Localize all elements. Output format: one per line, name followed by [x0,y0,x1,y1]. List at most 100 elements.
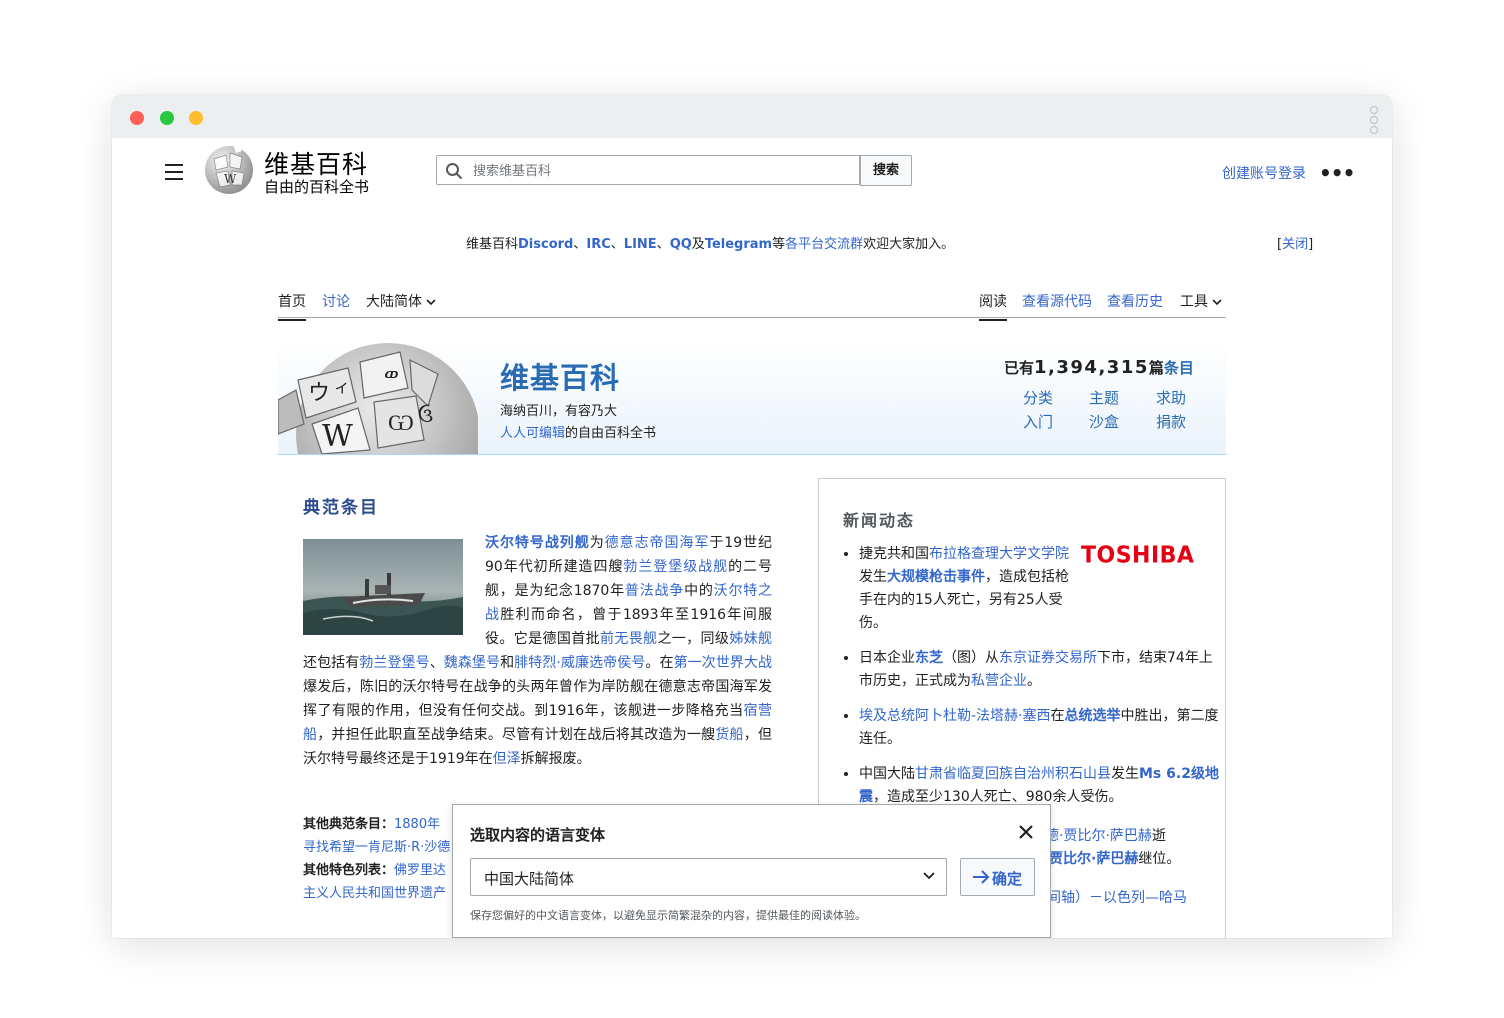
featured-article-text: 沃尔特号战列舰为德意志帝国海军于19世纪90年代初所建造四艘勃兰登堡级战舰的二号… [303,531,772,771]
close-window-button[interactable] [130,111,144,125]
article-link[interactable]: 埃及总统阿卜杜勒-法塔赫·塞西 [859,708,1051,724]
notice-line-link[interactable]: LINE [624,237,657,252]
notice-text: 及 [691,237,705,252]
account-links: 创建账号登录 [1222,163,1306,183]
featured-article-heading: 典范条目 [303,498,379,518]
body-text: ，造成至少130人死亡、980余人受伤。 [873,789,1123,805]
search-button[interactable]: 搜索 [860,155,912,186]
body-text: 为 [589,535,605,551]
article-count-number: 1,394,315 [1034,357,1149,378]
create-account-link[interactable]: 创建账号 [1222,166,1278,182]
search-icon [446,163,463,180]
portal-link-donate[interactable]: 捐款 [1156,411,1186,432]
minimize-window-button[interactable] [189,111,203,125]
portal-link-sandbox[interactable]: 沙盒 [1089,411,1119,432]
article-link[interactable]: 勃兰登堡号 [359,655,429,671]
body-text: 发生 [1111,766,1139,782]
search-box[interactable] [436,155,860,185]
dialog-title: 选取内容的语言变体 [470,826,606,844]
notice-qq-link[interactable]: QQ [670,237,692,252]
close-icon[interactable] [1017,823,1035,841]
news-item: 埃及总统阿卜杜勒-法塔赫·塞西在总统选举中胜出，第二度连任。 [859,705,1219,751]
article-link[interactable]: 魏森堡号 [444,655,500,671]
article-link[interactable]: 德意志帝国海军 [605,535,710,551]
variant-select[interactable]: 中国大陆简体 [470,858,947,896]
notice-discord-link[interactable]: Discord [518,237,573,252]
article-link[interactable]: 姊妹舰 [729,631,772,647]
news-text: 继位。 [1138,851,1181,867]
other-featured-link[interactable]: 寻找希望一肯尼斯·R·沙德 [303,840,450,855]
body-text: 还包括有 [303,655,360,671]
puzzle-globe-icon: ウ ィ ወ W Ѡ ઉ [278,343,478,454]
featured-list-link[interactable]: 佛罗里达 [394,863,446,878]
bracket: ] [1308,237,1314,252]
svg-text:ઉ: ઉ [418,403,433,427]
notice-close-link[interactable]: 关闭 [1282,237,1308,252]
maximize-window-button[interactable] [160,111,174,125]
svg-text:ወ: ወ [384,361,399,385]
article-link[interactable]: 前无畏舰 [600,631,657,647]
portal-link-topics[interactable]: 主题 [1089,387,1119,408]
svg-text:W: W [322,419,353,454]
battleship-image[interactable] [303,539,463,635]
news-link[interactable]: 德·贾比尔·萨巴赫 [1045,828,1152,844]
tab-talk[interactable]: 讨论 [322,291,350,311]
body-text: 中国大陆 [859,766,915,782]
article-link[interactable]: 东芝 [915,650,943,666]
body-text: 爆发后，陈旧的沃尔特号在战争的头两年曾作为岸防舰在德意志帝国海军发挥了有限的作用… [303,679,772,719]
articles-link[interactable]: 条目 [1164,359,1194,377]
tab-tools[interactable]: 工具 [1180,291,1223,311]
article-link[interactable]: 腓特烈·威廉选帝侯号 [514,655,645,671]
article-link[interactable]: 布拉格查理大学文学院 [929,546,1069,562]
article-link[interactable]: 总统选举 [1065,708,1121,724]
news-text: 逝 [1151,828,1166,844]
search-input[interactable] [471,160,855,182]
more-options-icon[interactable]: ••• [1319,161,1355,185]
wordmark-tagline: 自由的百科全书 [264,178,370,196]
main-menu-icon[interactable] [165,164,183,180]
featured-list-link[interactable]: 主义人民共和国世界遗产 [303,886,446,901]
wikipedia-globe-icon[interactable]: W [204,145,254,195]
article-link[interactable]: 沃尔特号战列舰 [485,535,590,551]
body-text: 和 [500,655,515,671]
other-featured-link[interactable]: 1880年 [394,817,440,832]
chevron-down-icon [1212,299,1223,306]
portal-link-categories[interactable]: 分类 [1023,387,1053,408]
banner-motto: 海纳百川，有容乃大 [500,404,618,419]
body-text: 。在 [645,655,674,671]
count-unit: 篇 [1148,359,1164,377]
notice-groups-link[interactable]: 各平台交流群 [785,237,863,252]
news-link[interactable]: 间轴）－以色列—哈马 [1047,890,1187,906]
tab-history[interactable]: 查看历史 [1107,291,1163,311]
tab-read[interactable]: 阅读 [979,291,1007,321]
portal-link-intro[interactable]: 入门 [1023,411,1053,432]
svg-text:Ѡ: Ѡ [388,411,414,436]
article-link[interactable]: 大规模枪击事件 [887,569,985,585]
anyone-can-edit-link[interactable]: 人人可编辑 [500,426,565,441]
portal-link-help[interactable]: 求助 [1156,387,1186,408]
article-link[interactable]: 第一次世界大战 [674,655,772,671]
notice-irc-link[interactable]: IRC [586,237,610,252]
notice-sep: 、 [573,237,587,252]
banner-subtitle-rest: 的自由百科全书 [565,426,657,441]
tools-label: 工具 [1180,294,1208,310]
news-link[interactable]: 贾比尔·萨巴赫 [1049,851,1138,867]
article-link[interactable]: 货船 [715,727,743,743]
article-link[interactable]: 普法战争 [625,583,684,599]
news-partial: 贾比尔·萨巴赫继位。 [1049,848,1180,868]
article-link[interactable]: 东京证券交易所 [999,650,1097,666]
tab-language-variant[interactable]: 大陆简体 [366,291,437,311]
window-menu-icon[interactable] [1370,104,1378,134]
notice-telegram-link[interactable]: Telegram [705,237,772,252]
article-link[interactable]: 勃兰登堡级战舰 [623,559,728,575]
article-link[interactable]: 甘肃省临夏回族自治州积石山县 [915,766,1111,782]
confirm-button[interactable]: 确定 [960,858,1035,896]
article-link[interactable]: 私营企业 [971,673,1027,689]
article-count: 已有1,394,315篇条目 [1004,357,1194,378]
tab-main-page[interactable]: 首页 [278,291,306,321]
tab-view-source[interactable]: 查看源代码 [1022,291,1092,311]
news-item: 捷克共和国布拉格查理大学文学院发生大规模枪击事件，造成包括枪手在内的15人死亡，… [859,543,1069,635]
body-text: 捷克共和国 [859,546,929,562]
article-link[interactable]: 但泽 [493,751,521,767]
login-link[interactable]: 登录 [1278,166,1306,182]
